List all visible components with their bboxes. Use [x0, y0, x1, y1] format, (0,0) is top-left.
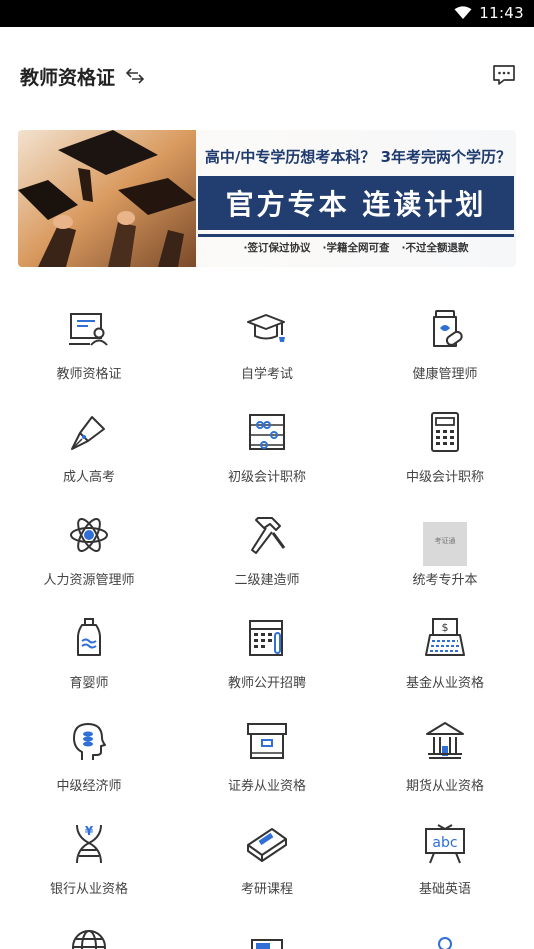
category-securities-qualification[interactable]: 证券从业资格: [178, 712, 356, 815]
category-label: 期货从业资格: [405, 779, 484, 794]
category-label: 成人高考: [62, 470, 115, 485]
baby-bottle-icon: [77, 618, 101, 656]
category-label: 初级会计职称: [227, 470, 306, 485]
category-label: 健康管理师: [412, 367, 478, 382]
bank-icon: [426, 722, 464, 759]
graduation-photo: [18, 130, 196, 267]
calculator-icon: [431, 412, 459, 452]
category-label: 银行从业资格: [49, 882, 128, 897]
category-label: 证券从业资格: [227, 779, 306, 794]
hammer-icon: [251, 517, 286, 554]
category-basic-english[interactable]: abc 基础英语: [356, 815, 534, 918]
teacher-certificate-icon: [69, 313, 108, 346]
banner-divider: [198, 234, 514, 237]
category-fund-qualification[interactable]: $ 基金从业资格: [356, 609, 534, 712]
category-label: 中级会计职称: [405, 470, 484, 485]
category-partial-1[interactable]: [0, 918, 178, 949]
promo-banner[interactable]: 高中/中专学历想考本科？ 3年考完两个学历？ 官方专本 连读计划 ·签订保过协议…: [18, 130, 516, 267]
category-label: 自学考试: [240, 367, 293, 382]
category-bank-qualification[interactable]: ¥ 银行从业资格: [0, 815, 178, 918]
category-label: 中级经济师: [56, 779, 122, 794]
svg-text:abc: abc: [432, 835, 457, 851]
category-label: 教师资格证: [56, 367, 122, 382]
category-label: 人力资源管理师: [43, 573, 135, 588]
category-economist[interactable]: 中级经济师: [0, 712, 178, 815]
category-postgrad-courses[interactable]: 考研课程: [178, 815, 356, 918]
textbook-icon: [247, 828, 287, 862]
yen-dna-icon: ¥: [76, 824, 102, 864]
category-junior-accountant[interactable]: 初级会计职称: [178, 403, 356, 506]
category-partial-2[interactable]: [178, 918, 356, 949]
message-icon[interactable]: [492, 64, 516, 86]
person-icon: [438, 937, 452, 949]
category-self-study-exam[interactable]: 自学考试: [178, 300, 356, 403]
category-label: 教师公开招聘: [227, 676, 306, 691]
atom-icon: [70, 518, 108, 552]
banner-features: ·签订保过协议 ·学籍全网可查 ·不过全额退款: [198, 240, 514, 255]
category-label: 考研课程: [240, 882, 293, 897]
category-label: 基金从业资格: [405, 676, 484, 691]
svg-text:¥: ¥: [85, 824, 94, 838]
category-label: 育婴师: [69, 676, 109, 691]
archive-box-icon: [247, 723, 287, 759]
globe-icon: [72, 930, 106, 949]
category-label: 二级建造师: [234, 573, 300, 588]
category-intermediate-accountant[interactable]: 中级会计职称: [356, 403, 534, 506]
category-nursery-teacher[interactable]: 育婴师: [0, 609, 178, 712]
category-teacher-recruitment[interactable]: 教师公开招聘: [178, 609, 356, 712]
fountain-pen-icon: [71, 416, 105, 450]
exam-sheet-icon: [249, 620, 283, 656]
placeholder-thumbnail: 考证通: [423, 522, 467, 566]
category-adult-college-exam[interactable]: 成人高考: [0, 403, 178, 506]
page-title[interactable]: 教师资格证: [20, 63, 115, 90]
svg-text:$: $: [442, 621, 449, 634]
banner-feature: ·不过全额退款: [401, 242, 469, 254]
cash-register-icon: $: [425, 618, 465, 656]
status-bar: 11:43: [0, 0, 534, 27]
medicine-bottle-icon: [433, 310, 463, 347]
category-teacher-certificate[interactable]: 教师资格证: [0, 300, 178, 403]
category-partial-3[interactable]: [356, 918, 534, 949]
category-label: 统考专升本: [412, 573, 478, 588]
category-constructor[interactable]: 二级建造师: [178, 506, 356, 609]
banner-cta: 官方专本 连读计划: [198, 176, 514, 230]
category-hr-manager[interactable]: 人力资源管理师: [0, 506, 178, 609]
book-icon: [251, 939, 283, 949]
banner-headline: 高中/中专学历想考本科？ 3年考完两个学历？: [204, 148, 512, 166]
thumbnail-text: 考证通: [434, 537, 456, 545]
head-coins-icon: [73, 723, 106, 760]
banner-feature: ·签订保过协议: [243, 242, 311, 254]
app-header: 教师资格证: [0, 27, 534, 123]
swap-arrows-icon[interactable]: [124, 67, 146, 85]
status-time: 11:43: [479, 4, 524, 22]
category-upgrade-undergrad[interactable]: 考证通 统考专升本: [356, 506, 534, 609]
category-label: 基础英语: [418, 882, 471, 897]
category-health-manager[interactable]: 健康管理师: [356, 300, 534, 403]
wifi-icon: [454, 6, 472, 19]
abc-easel-icon: abc: [425, 824, 465, 864]
abacus-icon: [249, 414, 285, 450]
graduation-cap-icon: [247, 314, 285, 342]
category-futures-qualification[interactable]: 期货从业资格: [356, 712, 534, 815]
banner-feature: ·学籍全网可查: [322, 242, 390, 254]
